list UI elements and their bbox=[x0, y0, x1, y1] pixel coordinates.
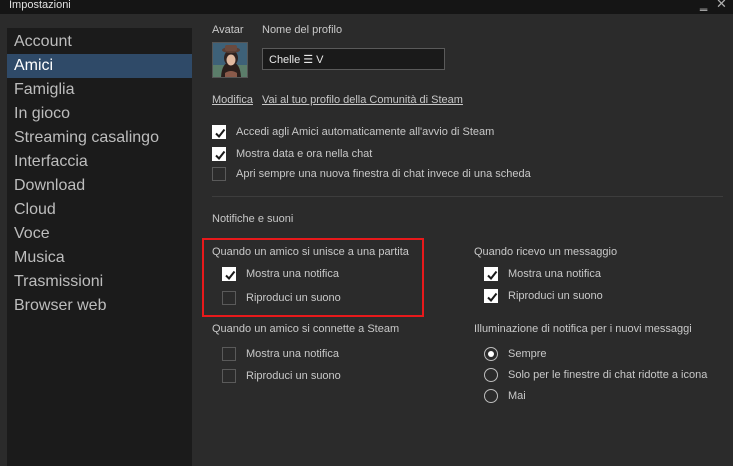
minimize-button[interactable]: ‗ bbox=[700, 0, 707, 11]
sidebar-item-trasmissioni[interactable]: Trasmissioni bbox=[7, 270, 192, 294]
window-title: Impostazioni bbox=[9, 0, 71, 11]
checkbox-checked[interactable] bbox=[222, 267, 236, 281]
profile-name-input[interactable] bbox=[262, 48, 445, 70]
edit-profile-link[interactable]: Modifica bbox=[212, 94, 253, 106]
sidebar-item-amici[interactable]: Amici bbox=[7, 54, 192, 78]
title-bar: Impostazioni ‗ ✕ bbox=[0, 0, 733, 14]
checkbox-label: Accedi agli Amici automaticamente all'av… bbox=[236, 126, 495, 138]
checkbox-label: Riproduci un suono bbox=[246, 370, 341, 382]
avatar[interactable] bbox=[212, 42, 248, 78]
flash-title: Illuminazione di notifica per i nuovi me… bbox=[474, 323, 692, 335]
community-profile-link[interactable]: Vai al tuo profilo della Comunità di Ste… bbox=[262, 94, 463, 106]
checkbox-unchecked[interactable] bbox=[212, 167, 226, 181]
checkbox-checked[interactable] bbox=[212, 147, 226, 161]
avatar-label: Avatar bbox=[212, 24, 244, 36]
checkbox-label: Mostra data e ora nella chat bbox=[236, 148, 373, 160]
checkbox-label: Mostra una notifica bbox=[508, 268, 601, 280]
radio-unselected[interactable] bbox=[484, 368, 498, 382]
sidebar-item-streaming[interactable]: Streaming casalingo bbox=[7, 126, 192, 150]
checkbox-label: Riproduci un suono bbox=[508, 290, 603, 302]
sidebar-item-interfaccia[interactable]: Interfaccia bbox=[7, 150, 192, 174]
message-title: Quando ricevo un messaggio bbox=[474, 246, 618, 258]
sidebar-item-famiglia[interactable]: Famiglia bbox=[7, 78, 192, 102]
divider bbox=[212, 196, 723, 197]
radio-selected[interactable] bbox=[484, 347, 498, 361]
radio-unselected[interactable] bbox=[484, 389, 498, 403]
sidebar-item-account[interactable]: Account bbox=[7, 30, 192, 54]
profile-name-label: Nome del profilo bbox=[262, 24, 343, 36]
checkbox-checked[interactable] bbox=[212, 125, 226, 139]
sidebar-item-download[interactable]: Download bbox=[7, 174, 192, 198]
checkbox-label: Apri sempre una nuova finestra di chat i… bbox=[236, 168, 531, 180]
checkbox-checked[interactable] bbox=[484, 267, 498, 281]
close-icon[interactable]: ✕ bbox=[716, 0, 727, 11]
settings-panel: Avatar Nome del profilo Modifica Vai al … bbox=[192, 14, 733, 466]
radio-label: Solo per le finestre di chat ridotte a i… bbox=[508, 369, 708, 381]
checkbox-label: Mostra una notifica bbox=[246, 268, 339, 280]
checkbox-unchecked[interactable] bbox=[222, 369, 236, 383]
game-join-title: Quando un amico si unisce a una partita bbox=[212, 246, 409, 258]
connect-title: Quando un amico si connette a Steam bbox=[212, 323, 400, 335]
sidebar-item-cloud[interactable]: Cloud bbox=[7, 198, 192, 222]
checkbox-label: Riproduci un suono bbox=[246, 292, 341, 304]
checkbox-label: Mostra una notifica bbox=[246, 348, 339, 360]
notifications-heading: Notifiche e suoni bbox=[212, 213, 294, 225]
sidebar-item-musica[interactable]: Musica bbox=[7, 246, 192, 270]
sidebar: Account Amici Famiglia In gioco Streamin… bbox=[7, 28, 192, 466]
radio-label: Sempre bbox=[508, 348, 547, 360]
sidebar-item-voce[interactable]: Voce bbox=[7, 222, 192, 246]
radio-label: Mai bbox=[508, 390, 526, 402]
sidebar-item-in-gioco[interactable]: In gioco bbox=[7, 102, 192, 126]
checkbox-checked[interactable] bbox=[484, 289, 498, 303]
sidebar-item-browser-web[interactable]: Browser web bbox=[7, 294, 192, 318]
checkbox-unchecked[interactable] bbox=[222, 291, 236, 305]
checkbox-unchecked[interactable] bbox=[222, 347, 236, 361]
